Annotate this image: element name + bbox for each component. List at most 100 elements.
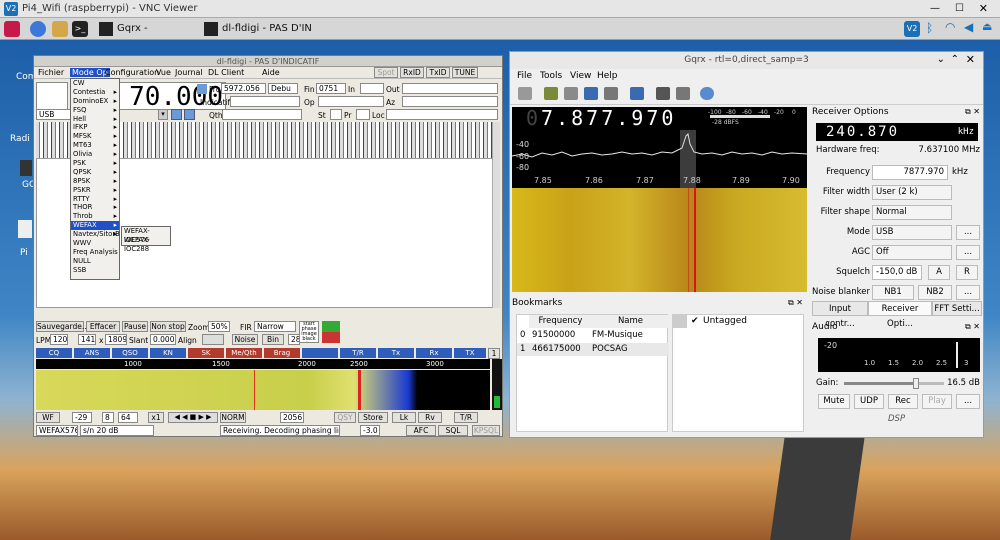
wf-mode-button[interactable]: WF <box>36 412 60 423</box>
menu-item-mode[interactable]: DominoEX ▸ <box>71 97 119 106</box>
pr-field[interactable] <box>356 109 370 120</box>
menu-help[interactable]: Help <box>597 71 618 81</box>
menu-item-mode[interactable]: NULL <box>71 257 119 266</box>
menu-item-mode[interactable]: WEFAX ▸ <box>71 221 119 231</box>
volume-icon[interactable]: ◀ <box>964 20 973 34</box>
menu-item-mode[interactable]: QPSK ▸ <box>71 168 119 177</box>
record-icon[interactable] <box>604 87 618 100</box>
close-icon[interactable]: ✕ <box>979 2 988 15</box>
zoom-combo[interactable]: 50% <box>208 321 230 332</box>
frequency-input[interactable]: 7877.970 <box>872 165 948 180</box>
menu-file[interactable]: File <box>517 71 532 81</box>
menu-item-mode[interactable]: Contestia ▸ <box>71 88 119 97</box>
wifi-icon[interactable]: ◠ <box>945 20 955 34</box>
menu-vue[interactable]: Vue <box>156 68 171 77</box>
gqrx-maximize-icon[interactable]: ⌃ <box>951 54 959 65</box>
app-icon[interactable] <box>20 160 32 176</box>
freq-digits[interactable]: 7.877.970 <box>541 106 676 130</box>
remote-icon[interactable] <box>656 87 670 100</box>
width-field[interactable]: 141 <box>78 334 96 345</box>
nb2-button[interactable]: NB2 <box>918 285 952 300</box>
gain-slider[interactable] <box>844 378 944 389</box>
bm-row-frequency[interactable]: 466175000 <box>529 343 589 356</box>
carrier-freq-field[interactable]: 2056 <box>280 412 304 423</box>
screen-icon[interactable] <box>630 87 644 100</box>
menu-item-mode[interactable]: Navtex/SitorB ▸ <box>71 230 120 239</box>
fin-field[interactable]: 0751 <box>316 83 346 94</box>
power-icon[interactable] <box>518 87 532 100</box>
menu-aide[interactable]: Aide <box>262 68 280 77</box>
squelch-input[interactable]: -150,0 dB <box>872 265 922 280</box>
menu-item-mode[interactable]: MT63 ▸ <box>71 141 119 150</box>
menu-item-mode[interactable]: IFKP ▸ <box>71 123 119 132</box>
gqrx-minimize-icon[interactable]: ⌄ <box>937 54 945 65</box>
rx-scrollbar[interactable] <box>492 122 500 308</box>
menu-item-mode[interactable]: 8PSK ▸ <box>71 177 119 186</box>
filter-width-combo[interactable]: User (2 k) <box>872 185 952 200</box>
bin-button[interactable]: Bin <box>262 334 284 345</box>
bin-field[interactable]: 28 <box>288 334 300 345</box>
macro-sk-button[interactable]: SK <box>188 348 224 358</box>
fldigi-waterfall[interactable] <box>36 370 490 410</box>
desktop-icon-label[interactable]: Radi <box>10 134 30 144</box>
tools-icon[interactable] <box>676 87 690 100</box>
nb-options-button[interactable]: ... <box>956 285 980 300</box>
mode-options-button[interactable]: ... <box>956 225 980 240</box>
macro-brag-button[interactable]: Brag <box>264 348 300 358</box>
tune-button[interactable]: TUNE <box>452 67 478 78</box>
network-icon[interactable] <box>700 87 714 100</box>
kpsql-button[interactable]: KPSQL <box>472 425 500 436</box>
menu-item-mode[interactable]: CW <box>71 79 119 88</box>
gain-slider-handle[interactable] <box>913 378 919 389</box>
document-icon[interactable] <box>18 220 32 238</box>
eject-icon[interactable]: ⏏ <box>982 20 992 33</box>
fir-combo[interactable]: Narrow <box>254 321 296 332</box>
norm-button[interactable]: NORM <box>220 412 246 423</box>
menu-item-mode[interactable]: THOR ▸ <box>71 203 119 212</box>
menu-tools[interactable]: Tools <box>540 71 562 81</box>
agc-options-button[interactable]: ... <box>956 245 980 260</box>
submenu-item-wefax-ioc288[interactable]: WEFAX-IOC288 <box>122 236 170 253</box>
txid-button[interactable]: TxID <box>426 67 450 78</box>
menu-journal[interactable]: Journal <box>175 68 203 77</box>
bluetooth-icon[interactable]: ᛒ <box>926 21 933 35</box>
status-level[interactable]: -3.0 <box>360 425 380 436</box>
in-field[interactable] <box>360 83 384 94</box>
tab-receiver-options[interactable]: Receiver Opti... <box>868 301 932 329</box>
swap-icon[interactable] <box>171 109 182 120</box>
play-button[interactable]: Play <box>922 394 952 409</box>
menu-item-mode[interactable]: Throb ▸ <box>71 212 119 221</box>
terminal-icon[interactable]: >_ <box>72 21 88 37</box>
udp-button[interactable]: UDP <box>854 394 884 409</box>
gqrx-waterfall[interactable] <box>512 188 807 292</box>
align-slider[interactable] <box>202 334 224 345</box>
wf-ref-field[interactable]: -29 <box>72 412 92 423</box>
rv-button[interactable]: Rv <box>418 412 442 423</box>
submenu-item-wefax-ioc576[interactable]: WEFAX-IOC576 <box>122 227 170 244</box>
menu-item-mode[interactable]: WWV <box>71 239 119 248</box>
tr-button[interactable]: T/R <box>454 412 478 423</box>
mode-combo[interactable]: USB <box>872 225 952 240</box>
device-icon[interactable] <box>544 87 558 100</box>
squelch-reset-button[interactable]: R <box>956 265 978 280</box>
tab-input-controls[interactable]: Input contr... <box>812 301 868 329</box>
wf-range2-field[interactable]: 64 <box>118 412 138 423</box>
menu-view[interactable]: View <box>570 71 591 81</box>
loc-field[interactable] <box>386 109 498 120</box>
wf-nav-buttons[interactable]: ◀ ◀ ■ ▶ ▶ <box>168 412 218 423</box>
spot-button[interactable]: Spot <box>374 67 398 78</box>
macro-ans-button[interactable]: ANS <box>74 348 110 358</box>
macro-cq-button[interactable]: CQ <box>36 348 72 358</box>
wf-range-field[interactable]: 8 <box>102 412 114 423</box>
gqrx-close-icon[interactable]: ✕ <box>966 53 975 66</box>
agc-combo[interactable]: Off <box>872 245 952 260</box>
menu-item-mode[interactable]: Hell ▸ <box>71 115 119 124</box>
menu-item-mode[interactable]: FSQ ▸ <box>71 106 119 115</box>
rxid-button[interactable]: RxID <box>400 67 424 78</box>
qsy-button[interactable]: QSY <box>334 412 356 423</box>
nb1-button[interactable]: NB1 <box>872 285 914 300</box>
macro-empty-button[interactable] <box>302 348 338 358</box>
qth-field[interactable] <box>222 109 302 120</box>
freq-lookup-icon[interactable] <box>197 84 207 94</box>
bm-col-name[interactable]: Name <box>589 315 669 328</box>
